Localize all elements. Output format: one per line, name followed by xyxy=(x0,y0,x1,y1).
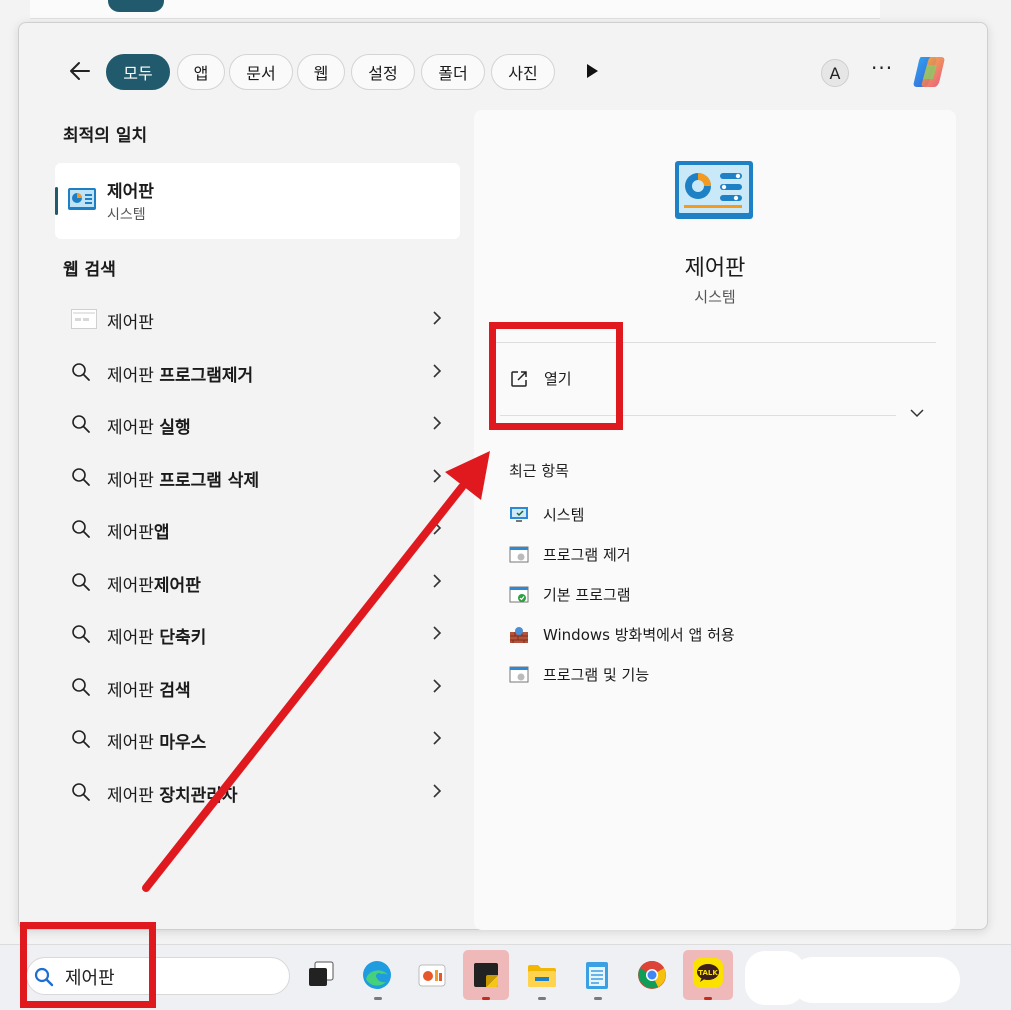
annotation-arrow xyxy=(142,451,490,892)
